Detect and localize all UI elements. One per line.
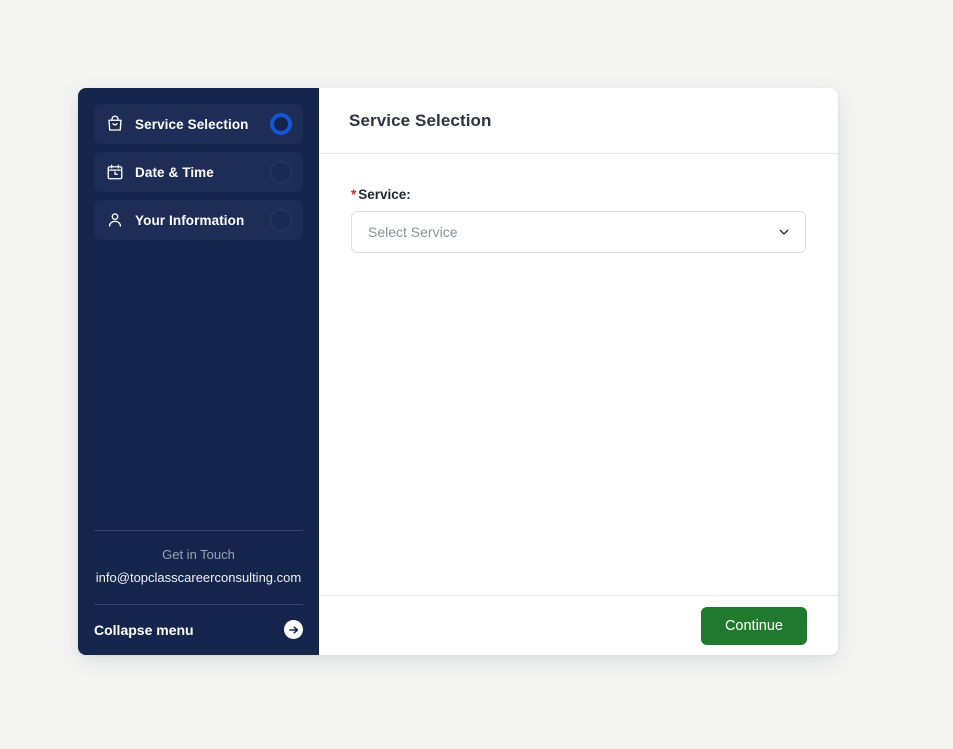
service-select[interactable]: Select Service (351, 211, 806, 253)
contact-title: Get in Touch (162, 547, 235, 562)
contact-email[interactable]: info@topclasscareerconsulting.com (90, 567, 307, 588)
collapse-menu-button[interactable]: Collapse menu (78, 605, 319, 655)
sidebar-item-service-selection[interactable]: Service Selection (94, 104, 303, 144)
sidebar-item-your-information[interactable]: Your Information (94, 200, 303, 240)
service-select-placeholder: Select Service (368, 224, 458, 240)
collapse-menu-label: Collapse menu (94, 621, 194, 638)
sidebar-item-label: Date & Time (135, 164, 214, 180)
shopping-bag-icon (106, 115, 124, 133)
main-footer: Continue (319, 595, 838, 655)
required-marker: * (351, 187, 357, 202)
step-list: Service Selection Date & Time Your Infor… (78, 88, 319, 248)
step-indicator-active (270, 113, 292, 135)
page-title: Service Selection (349, 110, 492, 130)
arrow-right-circle-icon[interactable] (284, 620, 303, 639)
person-icon (106, 211, 124, 229)
contact-block: Get in Touch info@topclasscareerconsulti… (78, 531, 319, 604)
main-body: * Service: Select Service (319, 154, 838, 595)
calendar-clock-icon (106, 163, 124, 181)
sidebar: Service Selection Date & Time Your Infor… (78, 88, 319, 655)
main-header: Service Selection (319, 88, 838, 154)
continue-button[interactable]: Continue (700, 606, 807, 645)
step-indicator-inactive (270, 161, 292, 183)
main-panel: Service Selection * Service: Select Servi… (319, 88, 838, 655)
chevron-down-icon[interactable] (777, 225, 791, 239)
service-field-label-text: Service: (358, 187, 411, 202)
step-indicator-inactive (270, 209, 292, 231)
sidebar-item-label: Service Selection (135, 116, 249, 132)
sidebar-item-label: Your Information (135, 212, 245, 228)
service-field-label: * Service: (351, 187, 806, 202)
sidebar-item-date-time[interactable]: Date & Time (94, 152, 303, 192)
booking-card: Service Selection Date & Time Your Infor… (78, 88, 838, 655)
